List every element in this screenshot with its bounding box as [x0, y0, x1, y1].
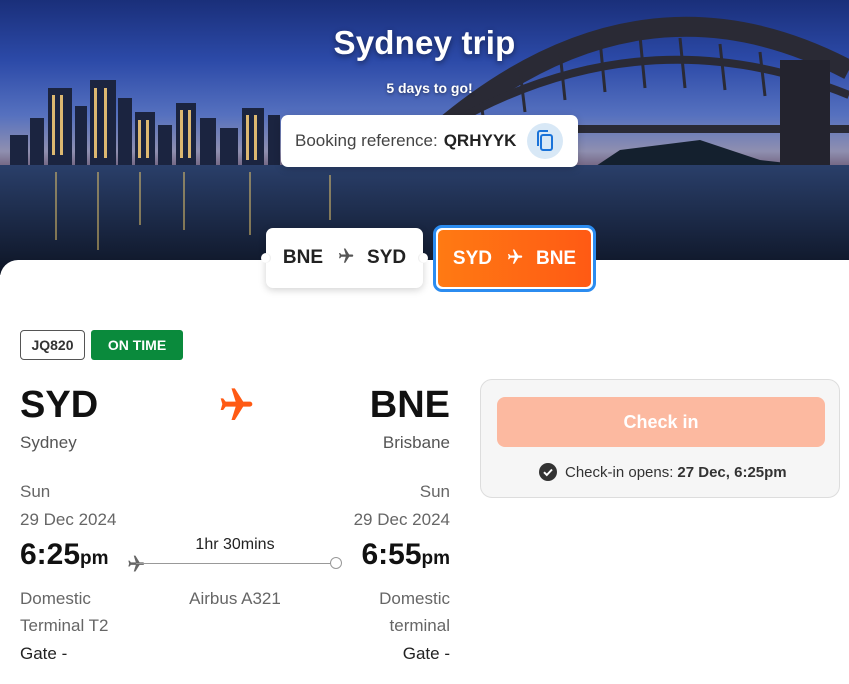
- destination-terminal-line2: terminal: [389, 616, 450, 635]
- tab-return-from: SYD: [452, 247, 492, 269]
- flight-path-line: [136, 563, 332, 564]
- copy-booking-reference-button[interactable]: [527, 123, 563, 159]
- origin-terminal-line1: Domestic: [20, 589, 91, 608]
- check-circle-icon: [539, 463, 557, 481]
- booking-reference-label: Booking reference:: [295, 131, 438, 150]
- tab-outbound-to: SYD: [367, 247, 407, 268]
- destination-terminal-line1: Domestic: [379, 589, 450, 608]
- destination-airport-code: BNE: [369, 384, 450, 426]
- checkin-panel: Check in Check-in opens: 27 Dec, 6:25pm: [480, 379, 840, 498]
- trip-title: Sydney trip: [333, 24, 516, 61]
- origin-day: Sun: [20, 482, 51, 501]
- departure-time: 6:25pm: [20, 538, 109, 571]
- flight-duration: 1hr 30mins: [195, 536, 275, 553]
- tab-return-flight[interactable]: SYD BNE: [433, 225, 596, 292]
- destination-gate: Gate -: [402, 644, 450, 663]
- tab-outbound-from: BNE: [282, 247, 324, 268]
- aircraft-type: Airbus A321: [189, 589, 281, 608]
- checkin-opens-label: Check-in opens:: [565, 463, 674, 481]
- plane-icon: [335, 247, 355, 271]
- tab-outbound-flight[interactable]: BNE SYD: [261, 228, 428, 288]
- origin-airport-code: SYD: [20, 384, 99, 426]
- plane-icon: [124, 554, 146, 579]
- arrival-time: 6:55pm: [361, 538, 450, 571]
- origin-city: Sydney: [20, 433, 77, 452]
- flight-number-badge: JQ820: [20, 330, 85, 360]
- check-in-button[interactable]: Check in: [497, 397, 825, 447]
- destination-city: Brisbane: [382, 433, 450, 452]
- origin-date: 29 Dec 2024: [20, 510, 117, 529]
- destination-day: Sun: [419, 482, 450, 501]
- booking-reference-box: Booking reference: QRHYYK: [281, 115, 578, 167]
- flight-status-badge: ON TIME: [91, 330, 183, 360]
- trip-countdown: 5 days to go!: [386, 80, 473, 96]
- copy-icon: [537, 130, 553, 151]
- destination-dot: [330, 557, 342, 569]
- booking-reference-value: QRHYYK: [443, 131, 517, 150]
- destination-date: 29 Dec 2024: [353, 510, 450, 529]
- checkin-opens-value: 27 Dec, 6:25pm: [677, 463, 787, 481]
- plane-icon: [213, 385, 255, 430]
- origin-terminal-line2: Terminal T2: [20, 616, 109, 635]
- plane-icon: [504, 248, 524, 272]
- checkin-opens-note: Check-in opens: 27 Dec, 6:25pm: [539, 463, 787, 481]
- origin-gate: Gate -: [20, 644, 68, 663]
- tab-return-to: BNE: [535, 247, 577, 269]
